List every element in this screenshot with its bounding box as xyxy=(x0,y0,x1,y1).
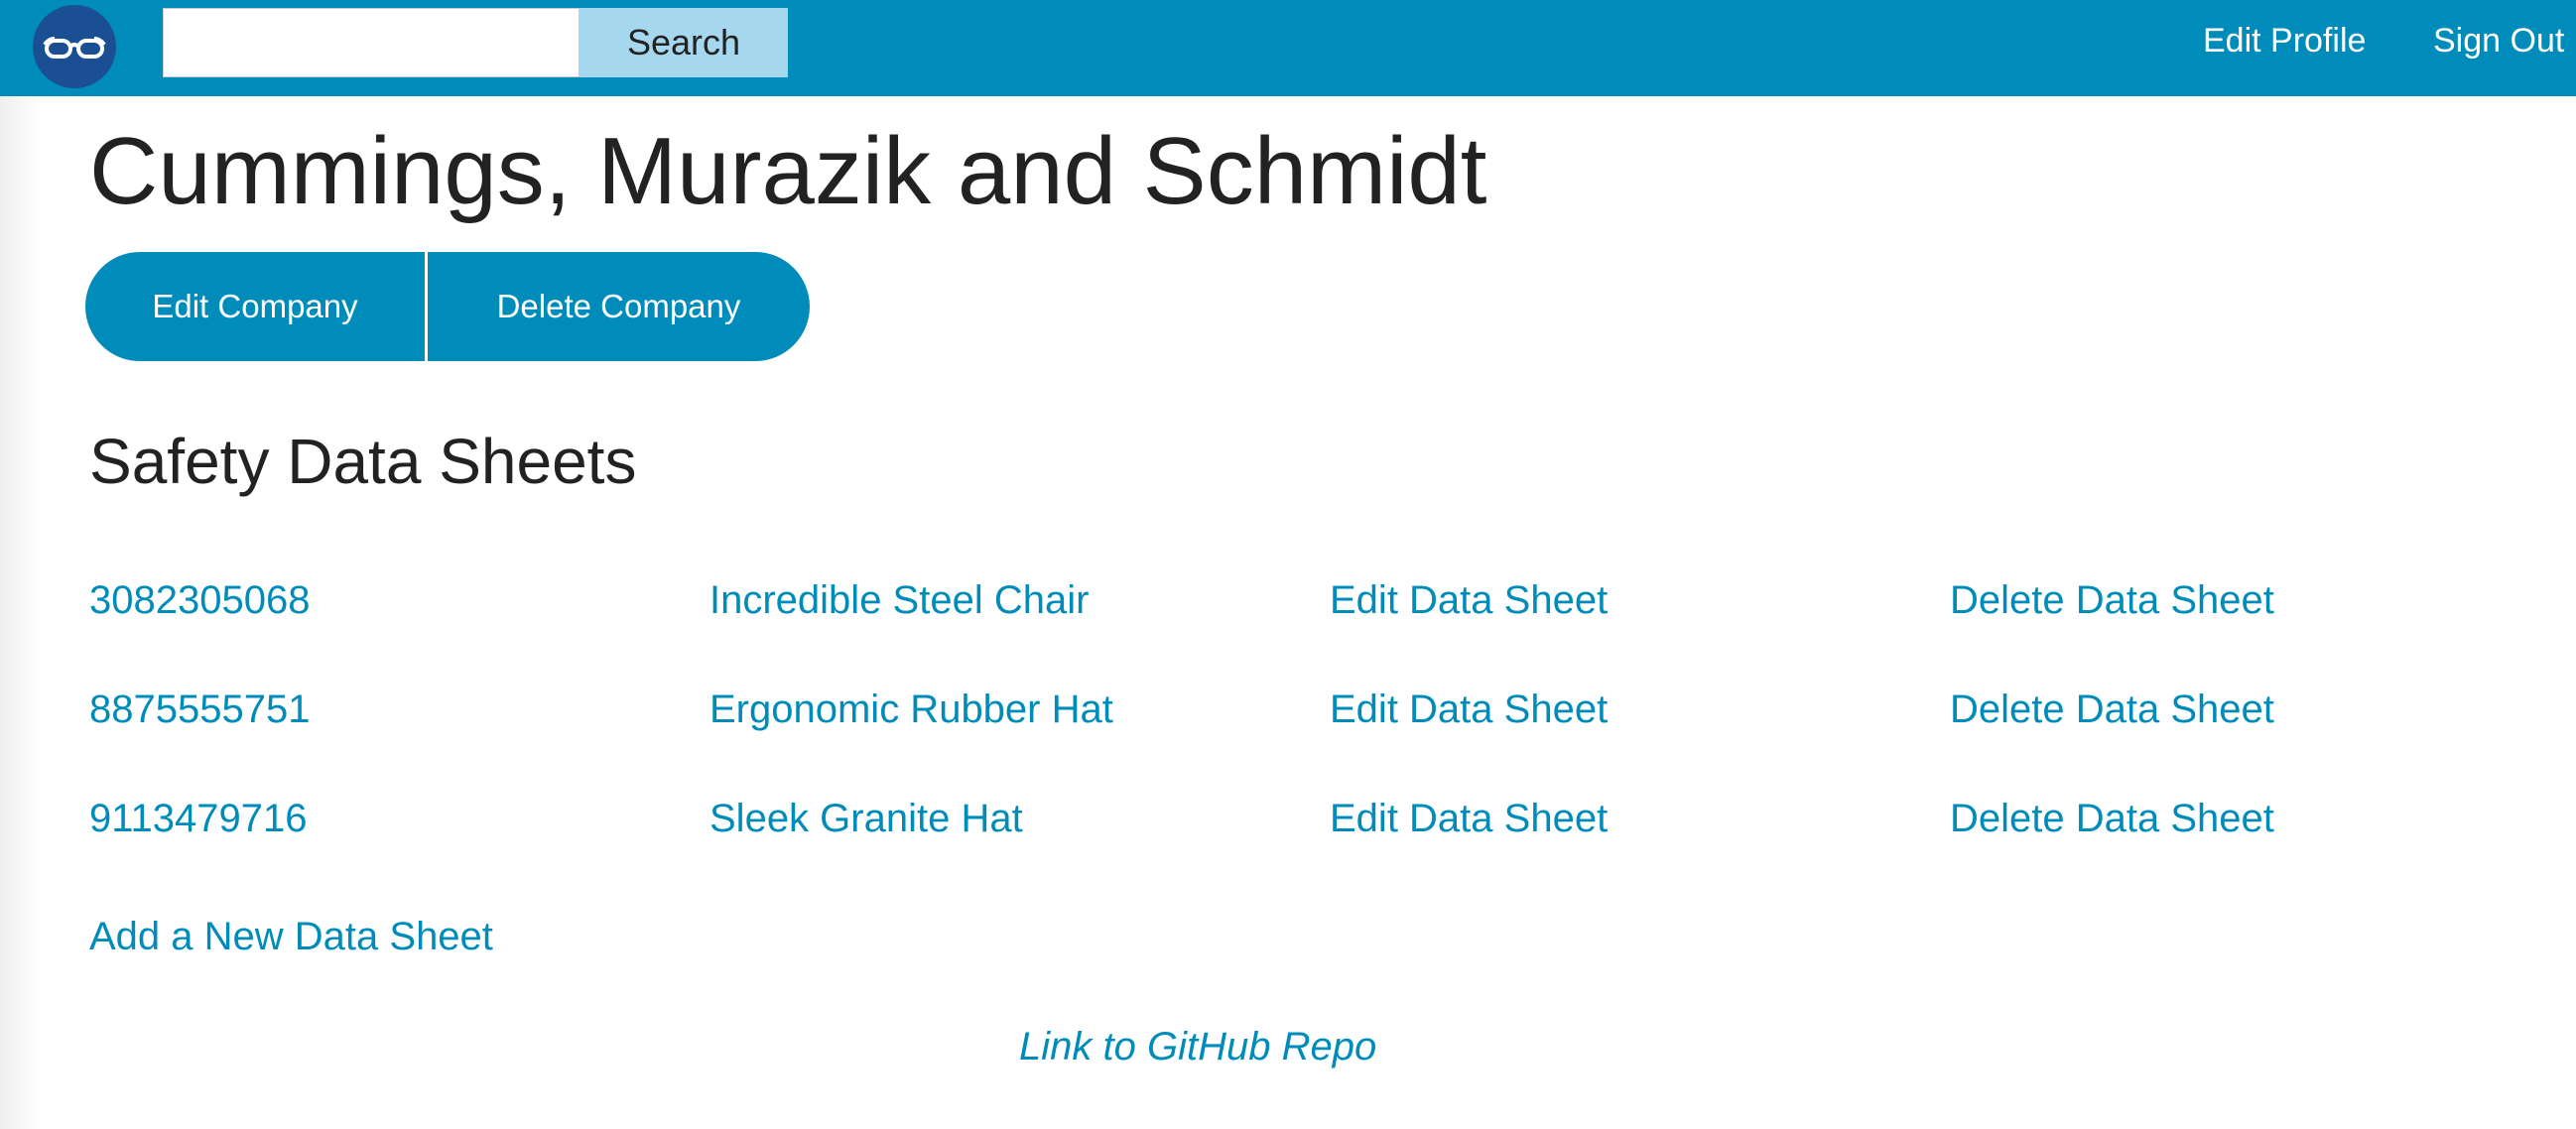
edit-data-sheet-link[interactable]: Edit Data Sheet xyxy=(1330,797,1608,841)
glasses-icon xyxy=(43,37,106,59)
data-sheet-row: 9113479716 Sleek Granite Hat Edit Data S… xyxy=(89,797,2372,906)
company-actions: Edit Company Delete Company xyxy=(85,252,810,361)
data-sheet-id-link[interactable]: 3082305068 xyxy=(89,578,310,623)
data-sheet-id-link[interactable]: 9113479716 xyxy=(89,797,308,841)
delete-data-sheet-link[interactable]: Delete Data Sheet xyxy=(1950,797,2274,841)
company-name-title: Cummings, Murazik and Schmidt xyxy=(89,118,1487,224)
data-sheets-heading: Safety Data Sheets xyxy=(89,426,637,497)
search-button[interactable]: Search xyxy=(580,8,788,77)
home-logo[interactable] xyxy=(33,5,116,88)
data-sheet-product-link[interactable]: Ergonomic Rubber Hat xyxy=(709,688,1113,732)
sign-out-link[interactable]: Sign Out xyxy=(2433,22,2564,61)
add-data-sheet-link[interactable]: Add a New Data Sheet xyxy=(89,915,493,959)
edit-company-button[interactable]: Edit Company xyxy=(85,252,428,361)
data-sheet-row: 3082305068 Incredible Steel Chair Edit D… xyxy=(89,578,2372,688)
top-navbar: Search Edit Profile Sign Out xyxy=(0,0,2576,96)
delete-data-sheet-link[interactable]: Delete Data Sheet xyxy=(1950,688,2274,732)
edit-data-sheet-link[interactable]: Edit Data Sheet xyxy=(1330,578,1608,623)
data-sheet-product-link[interactable]: Sleek Granite Hat xyxy=(709,797,1023,841)
data-sheet-list: 3082305068 Incredible Steel Chair Edit D… xyxy=(89,578,2372,906)
edit-data-sheet-link[interactable]: Edit Data Sheet xyxy=(1330,688,1608,732)
data-sheet-product-link[interactable]: Incredible Steel Chair xyxy=(709,578,1089,623)
delete-data-sheet-link[interactable]: Delete Data Sheet xyxy=(1950,578,2274,623)
github-repo-link[interactable]: Link to GitHub Repo xyxy=(1019,1025,1376,1069)
data-sheet-row: 8875555751 Ergonomic Rubber Hat Edit Dat… xyxy=(89,688,2372,797)
delete-company-button[interactable]: Delete Company xyxy=(428,252,810,361)
search-input[interactable] xyxy=(163,8,580,77)
data-sheet-id-link[interactable]: 8875555751 xyxy=(89,688,310,732)
page-edge-shade xyxy=(0,96,42,1129)
edit-profile-link[interactable]: Edit Profile xyxy=(2203,22,2366,61)
